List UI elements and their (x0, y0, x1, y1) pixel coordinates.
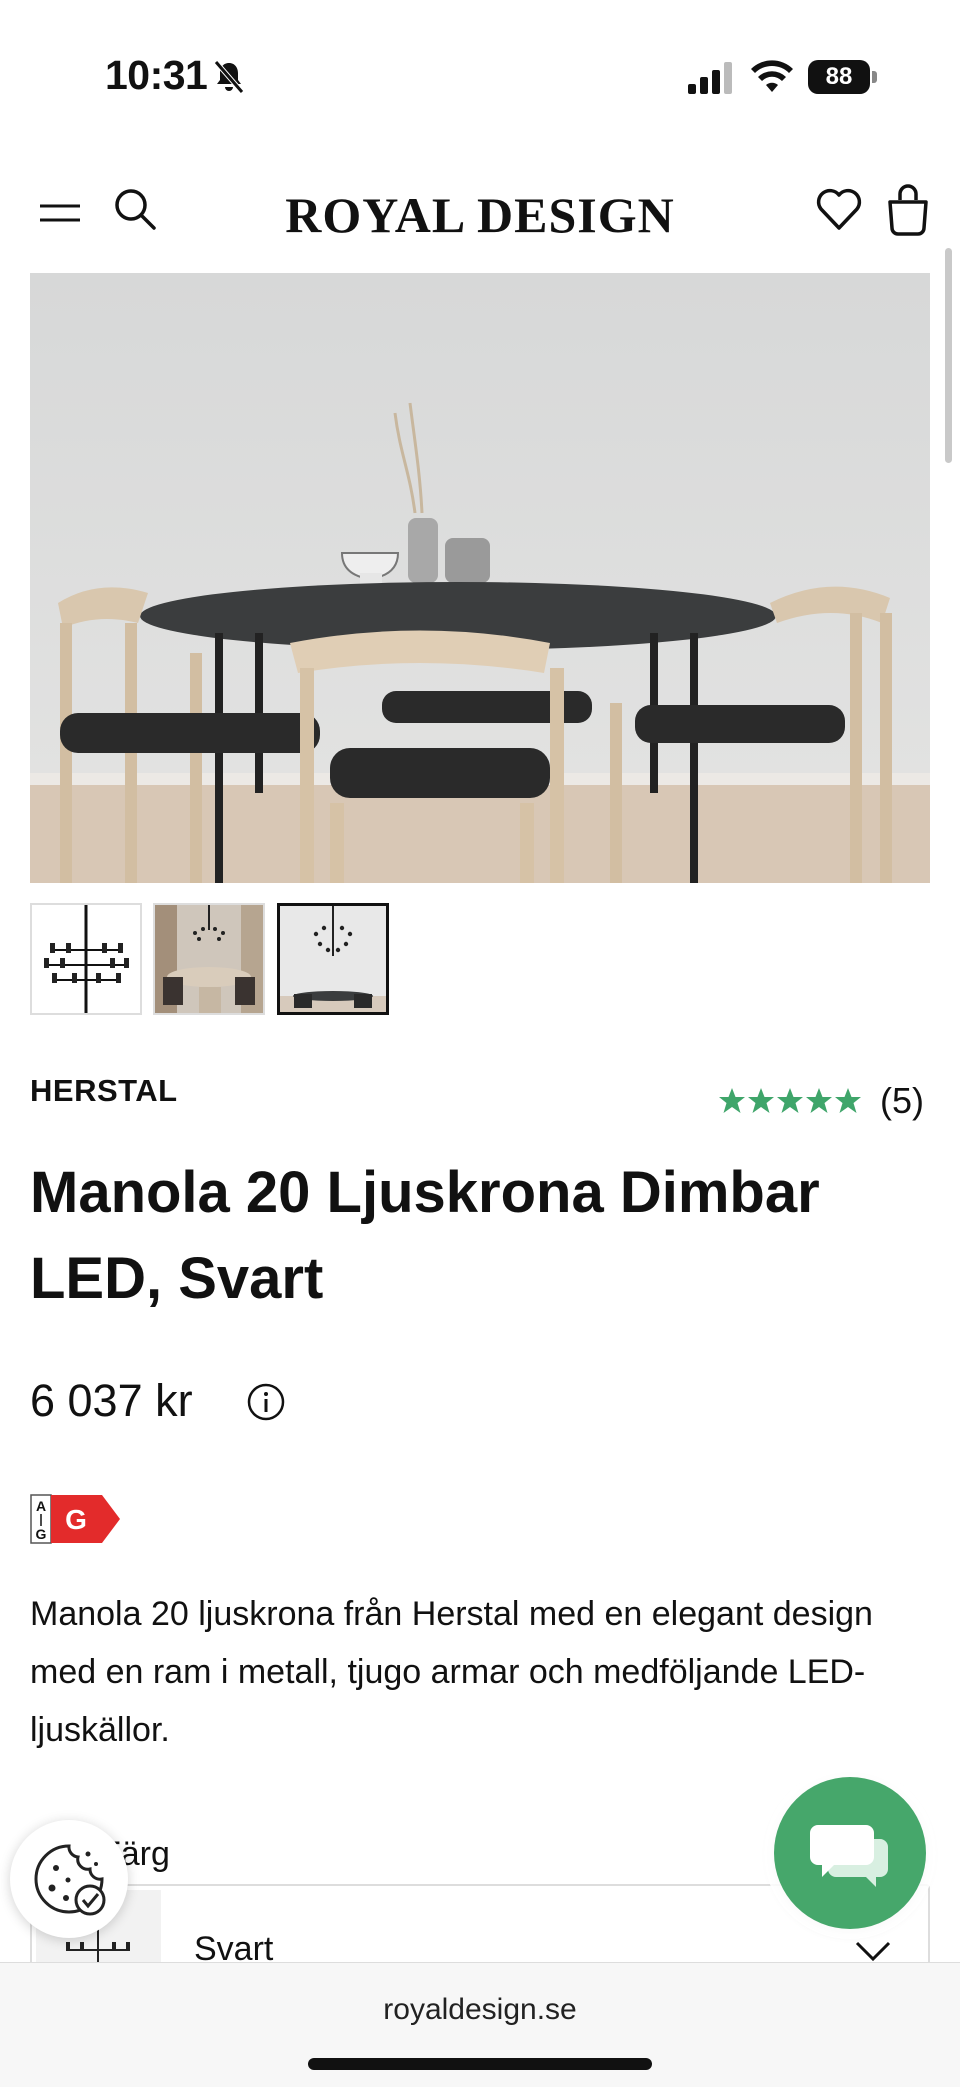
product-price: 6 037 kr (30, 1375, 193, 1426)
product-title: Manola 20 Ljuskrona Dimbar LED, Svart (30, 1160, 820, 1311)
energy-class: G (65, 1504, 87, 1535)
bell-muted-icon (214, 60, 244, 94)
status-time: 10:31 (105, 52, 208, 98)
wishlist-heart-icon[interactable] (814, 184, 864, 234)
energy-class-icon: A G G (30, 1494, 120, 1544)
home-indicator[interactable] (308, 2058, 652, 2070)
status-bar: 10:31 88 (0, 0, 960, 150)
chandelier-thumbnail-image (32, 905, 140, 1013)
cellular-signal-icon (688, 62, 732, 94)
wifi-icon (751, 60, 793, 92)
review-count[interactable]: (5) (880, 1080, 924, 1122)
cookie-settings-button[interactable] (10, 1820, 128, 1938)
chat-button[interactable] (774, 1777, 926, 1929)
product-thumbnail[interactable] (30, 903, 142, 1015)
product-thumbnail-active[interactable] (277, 903, 389, 1015)
chat-bubbles-icon (810, 1825, 888, 1887)
product-description: Manola 20 ljuskrona från Herstal med en … (30, 1595, 873, 1749)
dining-room-thumbnail-image (155, 905, 263, 1013)
rating-stars-icon[interactable] (718, 1086, 863, 1116)
browser-url[interactable]: royaldesign.se (0, 1993, 960, 2027)
energy-scale-bottom: G (36, 1526, 47, 1542)
hero-photo (30, 273, 930, 883)
chevron-down-icon (855, 1941, 891, 1962)
product-brand[interactable]: HERSTAL (30, 1073, 178, 1109)
cookie-icon (34, 1844, 106, 1916)
price-info-icon[interactable] (246, 1382, 286, 1422)
page-scrollbar[interactable] (945, 248, 952, 463)
chandelier-scene-thumbnail-image (280, 906, 386, 1012)
battery-indicator: 88 (808, 60, 878, 94)
product-thumbnail[interactable] (153, 903, 265, 1015)
energy-label-badge[interactable]: A G G (30, 1494, 122, 1544)
battery-level: 88 (808, 60, 870, 94)
browser-address-bar[interactable]: royaldesign.se (0, 1962, 960, 2087)
energy-scale-top: A (36, 1498, 46, 1514)
product-hero-image[interactable] (30, 273, 930, 883)
shopping-bag-icon[interactable] (884, 182, 932, 236)
battery-cap (872, 71, 877, 83)
site-header: ROYAL DESIGN (0, 160, 960, 270)
